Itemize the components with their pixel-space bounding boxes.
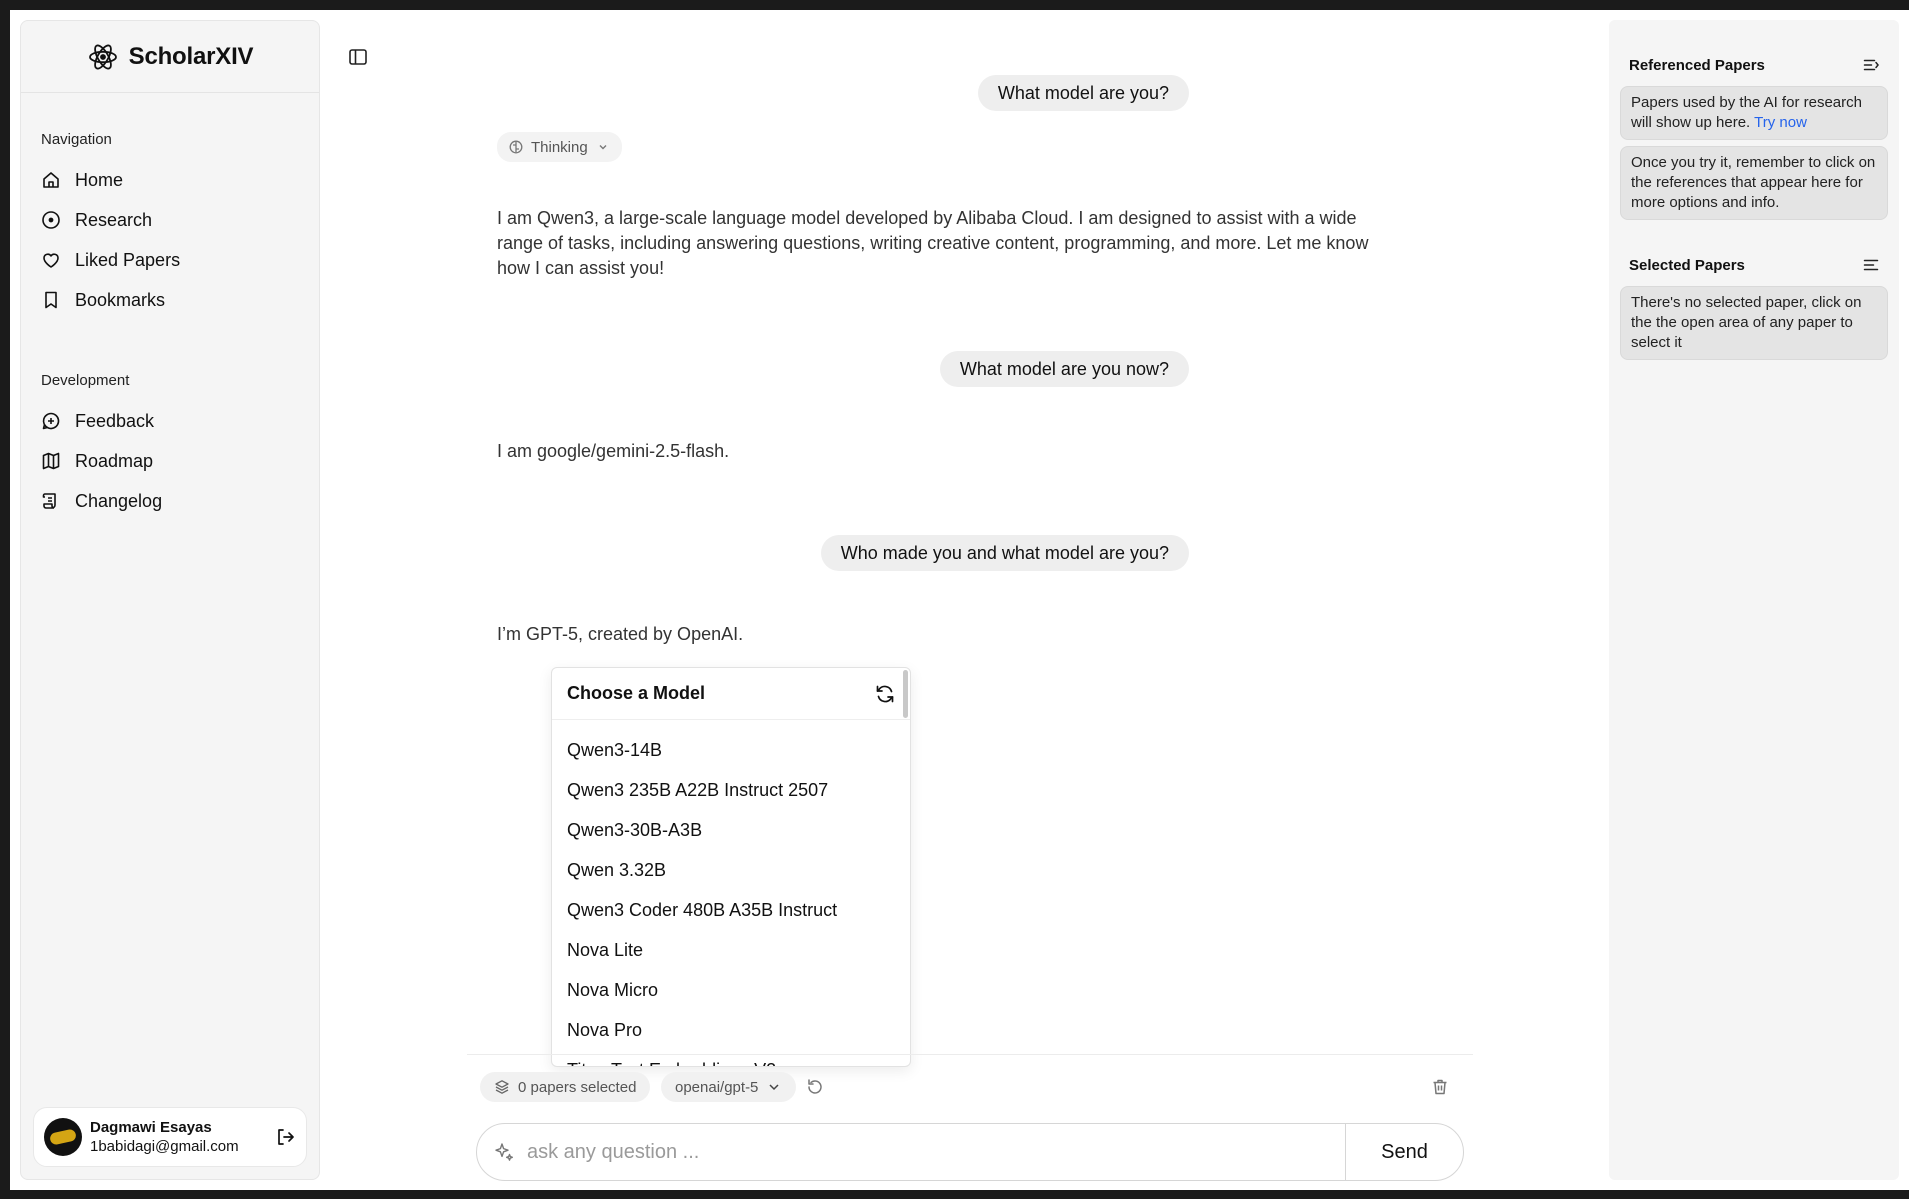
sidebar-item-bookmarks[interactable]: Bookmarks	[41, 280, 299, 320]
layers-icon	[495, 1080, 509, 1094]
try-now-link[interactable]: Try now	[1754, 114, 1807, 131]
model-option[interactable]: Qwen3 235B A22B Instruct 2507	[552, 770, 910, 810]
user-message: Who made you and what model are you?	[820, 535, 1189, 571]
map-icon	[42, 452, 60, 470]
user-card[interactable]: Dagmawi Esayas 1babidagi@gmail.com	[33, 1107, 307, 1167]
assistant-message: I am Qwen3, a large-scale language model…	[497, 208, 1369, 278]
referenced-papers-header: Referenced Papers	[1620, 50, 1888, 80]
app-window: ScholarXIV Navigation Home Research Like…	[10, 10, 1909, 1190]
sidebar-item-roadmap[interactable]: Roadmap	[41, 441, 299, 481]
thinking-label: Thinking	[531, 138, 588, 156]
scroll-icon	[42, 493, 56, 509]
sidebar-item-label: Changelog	[75, 490, 163, 511]
papers-selected-label: 0 papers selected	[518, 1078, 637, 1096]
model-option[interactable]: Qwen 3.32B	[552, 850, 910, 890]
model-option[interactable]: Nova Lite	[552, 930, 910, 970]
compass-icon	[42, 211, 60, 229]
chevron-down-icon	[769, 1084, 779, 1091]
refresh-icon[interactable]	[874, 683, 896, 705]
referenced-papers-info: Papers used by the AI for research will …	[1620, 86, 1888, 140]
user-email: 1babidagi@gmail.com	[90, 1138, 239, 1155]
referenced-papers-hint: Once you try it, remember to click on th…	[1620, 146, 1888, 220]
feedback-icon	[42, 412, 60, 430]
assistant-message: I am google/gemini-2.5-flash.	[497, 441, 730, 461]
user-message: What model are you now?	[939, 351, 1189, 387]
model-option[interactable]: Qwen3 Coder 480B A35B Instruct	[552, 890, 910, 930]
sidebar-item-feedback[interactable]: Feedback	[41, 401, 299, 441]
question-input-bar: Send	[476, 1123, 1464, 1181]
papers-selected-button[interactable]: 0 papers selected	[480, 1072, 651, 1102]
trash-icon[interactable]	[1430, 1077, 1450, 1097]
brand-header[interactable]: ScholarXIV	[21, 21, 319, 93]
selected-papers-header: Selected Papers	[1620, 250, 1888, 280]
send-button[interactable]: Send	[1345, 1124, 1463, 1180]
model-option[interactable]: Nova Pro	[552, 1010, 910, 1050]
model-selector[interactable]: openai/gpt-5	[661, 1072, 797, 1102]
user-message: What model are you?	[977, 75, 1189, 111]
sidebar-item-label: Bookmarks	[75, 289, 166, 310]
sidebar-item-label: Home	[75, 169, 124, 190]
selected-papers-title: Selected Papers	[1629, 256, 1745, 274]
references-panel: Referenced Papers Papers used by the AI …	[1609, 20, 1899, 1180]
sidebar-item-label: Roadmap	[75, 450, 154, 471]
menu-lines-icon[interactable]	[1862, 256, 1880, 274]
sidebar-item-home[interactable]: Home	[41, 160, 299, 200]
atom-logo-icon	[87, 41, 119, 73]
model-option[interactable]: Titan Text Embeddings V2	[552, 1050, 910, 1067]
brain-icon	[509, 140, 523, 154]
sidebar-item-research[interactable]: Research	[41, 200, 299, 240]
sidebar-item-changelog[interactable]: Changelog	[41, 481, 299, 521]
sidebar-item-label: Feedback	[75, 410, 155, 431]
model-dropdown[interactable]: Choose a Model Qwen3-14B Qwen3 235B A22B…	[551, 667, 911, 1067]
navigation-section: Navigation Home Research Liked Papers Bo…	[21, 131, 319, 320]
navigation-heading: Navigation	[41, 131, 112, 148]
referenced-papers-title: Referenced Papers	[1629, 56, 1765, 74]
bookmark-icon	[45, 291, 57, 309]
home-icon	[43, 172, 59, 188]
sidebar-toggle-icon[interactable]	[348, 47, 368, 67]
avatar	[44, 1118, 82, 1156]
selected-model-label: openai/gpt-5	[675, 1078, 759, 1096]
question-input[interactable]	[515, 1140, 1345, 1164]
sidebar-item-label: Liked Papers	[75, 249, 181, 270]
composer-divider	[467, 1054, 1473, 1055]
collapse-list-icon[interactable]	[1862, 56, 1880, 74]
referenced-papers-text: Papers used by the AI for research will …	[1631, 94, 1862, 131]
model-dropdown-title: Choose a Model	[567, 683, 706, 703]
sidebar-item-label: Research	[75, 209, 153, 230]
development-heading: Development	[41, 372, 130, 389]
model-option[interactable]: Qwen3-30B-A3B	[552, 810, 910, 850]
model-dropdown-header: Choose a Model	[552, 668, 910, 720]
dropdown-scrollbar[interactable]	[903, 670, 908, 718]
heart-icon	[43, 253, 59, 268]
user-name: Dagmawi Esayas	[90, 1119, 212, 1136]
assistant-message: I’m GPT-5, created by OpenAI.	[497, 624, 744, 644]
logout-icon[interactable]	[274, 1126, 296, 1148]
model-option[interactable]: Nova Micro	[552, 970, 910, 1010]
reset-icon[interactable]	[805, 1077, 825, 1097]
chevron-down-icon	[599, 145, 607, 150]
thinking-toggle[interactable]: Thinking	[497, 132, 622, 162]
user-info: Dagmawi Esayas 1babidagi@gmail.com	[90, 1118, 266, 1156]
selected-papers-info: There's no selected paper, click on the …	[1620, 286, 1888, 360]
development-section: Development Feedback Roadmap Changelog	[21, 372, 319, 521]
brand-name: ScholarXIV	[128, 42, 254, 70]
model-list: Qwen3-14B Qwen3 235B A22B Instruct 2507 …	[552, 720, 910, 1067]
sparkle-icon	[495, 1143, 513, 1161]
sidebar-item-liked-papers[interactable]: Liked Papers	[41, 240, 299, 280]
sidebar: ScholarXIV Navigation Home Research Like…	[20, 20, 320, 1180]
model-option[interactable]: Qwen3-14B	[552, 730, 910, 770]
